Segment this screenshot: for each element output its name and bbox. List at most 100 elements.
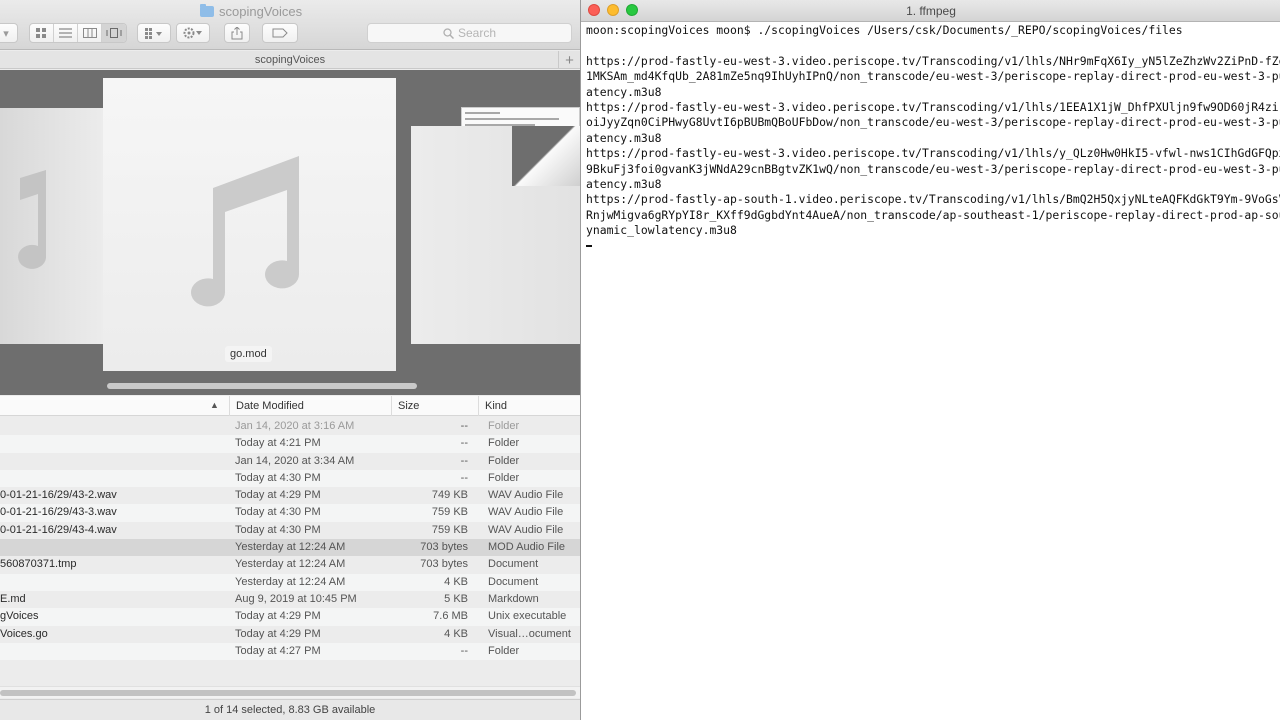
file-kind: WAV Audio File [488,489,564,502]
file-date: Today at 4:30 PM [235,471,321,484]
column-header-date-label: Date Modified [236,400,304,412]
file-name: Voices.go [0,627,48,640]
search-input[interactable]: Search [367,23,572,43]
file-row[interactable]: Today at 4:21 PM -- Folder [0,435,580,453]
cover-item-previous[interactable] [0,108,104,344]
file-date: Today at 4:29 PM [235,627,321,640]
file-kind: Document [488,575,539,588]
arrange-icon [145,27,162,39]
file-name: 560870371.tmp [0,558,77,571]
file-date: Today at 4:29 PM [235,610,321,623]
terminal-line: ynamic_lowlatency.m3u8 [586,223,737,238]
cover-flow-scroll-thumb[interactable] [107,383,417,389]
terminal-line: RnjwMigva6gRYpYI8r_KXff9dGgbdYnt4AueA/no… [586,207,1280,222]
search-icon [443,27,454,39]
terminal-title: 1. ffmpeg [906,4,956,18]
icon-view-icon[interactable] [30,24,54,42]
file-row[interactable]: Voices.go Today at 4:29 PM 4 KB Visual…ocum… [0,626,580,643]
file-row[interactable]: Jan 14, 2020 at 3:34 AM -- Folder [0,453,580,470]
tag-button[interactable] [262,23,298,43]
file-name: 0-01-21-16/29/43-4.wav [0,523,117,536]
action-button[interactable] [176,23,210,43]
file-row[interactable]: E.md Aug 9, 2019 at 10:45 PM 5 KB Markdown [0,591,580,608]
file-date: Today at 4:21 PM [235,437,321,450]
file-size: -- [460,471,468,484]
new-tab-button[interactable]: + [558,51,580,69]
file-row[interactable]: 560870371.tmp Yesterday at 12:24 AM 703 by… [0,556,580,573]
file-list[interactable]: Jan 14, 2020 at 3:16 AM -- Folder Today at … [0,418,580,661]
file-date: Jan 14, 2020 at 3:16 AM [235,420,355,432]
page-curl-icon [512,126,580,186]
terminal-line: moon:scopingVoices moon$ ./scopingVoices… [586,23,1183,37]
file-row[interactable]: Jan 14, 2020 at 3:16 AM -- Folder [0,418,580,435]
file-kind: WAV Audio File [488,506,564,519]
file-row[interactable]: 0-01-21-16/29/43-3.wav Today at 4:30 PM 75… [0,504,580,522]
file-kind: Folder [488,437,520,450]
file-size: -- [460,454,468,467]
terminal-line: atency.m3u8 [586,84,662,99]
column-header-kind-label: Kind [485,400,508,412]
file-kind: Folder [488,644,520,657]
file-size: 759 KB [431,523,468,536]
file-row[interactable]: gVoices Today at 4:29 PM 7.6 MB Unix execut… [0,608,580,626]
file-date: Today at 4:30 PM [235,506,321,519]
column-view-icon[interactable] [78,24,102,42]
column-header-date[interactable]: Date Modified [229,396,391,416]
finder-window-title: scopingVoices [200,3,302,19]
column-header-size[interactable]: Size [391,396,478,416]
terminal-line: https://prod-fastly-eu-west-3.video.peri… [586,53,1280,68]
file-row[interactable]: Yesterday at 12:24 AM 4 KB Document [0,573,580,591]
sort-ascending-icon[interactable]: ▲ [210,400,219,410]
terminal-line: https://prod-fastly-eu-west-3.video.peri… [586,100,1280,115]
file-date: Jan 14, 2020 at 3:34 AM [235,454,355,467]
file-name: 0-01-21-16/29/43-2.wav [0,489,117,502]
list-horizontal-scrollbar[interactable] [0,686,580,698]
list-view-icon[interactable] [54,24,78,42]
list-header: ▲ Date Modified Size Kind [0,396,580,416]
back-forward-button[interactable]: ▾ [0,23,18,43]
finder-title-text: scopingVoices [219,3,303,19]
file-row[interactable]: Today at 4:30 PM -- Folder [0,469,580,488]
cover-item-current[interactable] [103,78,396,371]
file-kind: Markdown [488,592,539,605]
file-date: Today at 4:27 PM [235,644,321,657]
file-size: 4 KB [444,627,468,640]
arrange-button[interactable] [137,23,171,43]
terminal-window[interactable]: 1. ffmpeg moon:scopingVoices moon$ ./sco… [580,0,1280,720]
file-size: 4 KB [444,575,468,588]
folder-icon [200,3,214,17]
file-size: 5 KB [444,592,468,605]
file-row[interactable]: Yesterday at 12:24 AM 703 bytes MOD Audio … [0,539,580,557]
tab-title[interactable]: scopingVoices [255,54,325,66]
file-size: 703 bytes [420,541,468,554]
file-date: Today at 4:29 PM [235,489,321,502]
tag-icon [272,28,288,38]
file-kind: Folder [488,471,520,484]
list-scroll-thumb[interactable] [0,690,576,696]
finder-window: scopingVoices ▾ Search scopingVoices + g… [0,0,580,720]
terminal-cursor [586,245,592,248]
cover-flow-view-icon[interactable] [102,24,126,42]
column-header-kind[interactable]: Kind [478,396,580,416]
terminal-line: https://prod-fastly-eu-west-3.video.peri… [586,146,1280,161]
tab-bar: scopingVoices + [0,51,580,69]
terminal-line: atency.m3u8 [586,130,662,145]
file-kind: MOD Audio File [488,541,566,554]
view-mode-segment[interactable] [29,23,127,43]
terminal-line [586,239,1280,254]
file-date: Aug 9, 2019 at 10:45 PM [235,592,357,605]
file-kind: Visual…ocument [488,627,571,640]
share-button[interactable] [224,23,250,43]
file-row[interactable]: 0-01-21-16/29/43-4.wav Today at 4:30 PM 75… [0,522,580,539]
file-name: gVoices [0,610,39,623]
gear-icon [183,27,202,39]
terminal-output[interactable]: moon:scopingVoices moon$ ./scopingVoices… [586,23,1280,254]
cover-flow-scrollbar[interactable] [0,379,580,395]
file-row[interactable]: Today at 4:27 PM -- Folder [0,642,580,661]
file-row[interactable]: 0-01-21-16/29/43-2.wav Today at 4:29 PM 74… [0,487,580,504]
file-name: E.md [0,592,26,605]
terminal-line: atency.m3u8 [586,177,662,192]
cover-flow[interactable]: go.mod [0,70,580,395]
terminal-titlebar: 1. ffmpeg [581,0,1280,22]
